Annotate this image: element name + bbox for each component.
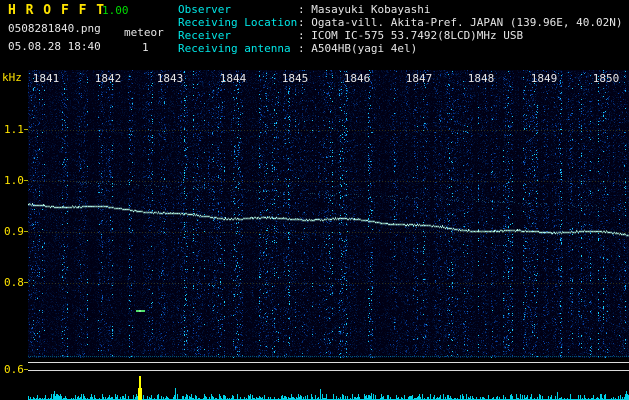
x-time-label: 1847 (405, 72, 433, 85)
x-time-label: 1848 (467, 72, 495, 85)
meteor-count-label: meteor (124, 26, 164, 39)
info-label: Observer (178, 3, 231, 16)
x-time-label: 1842 (94, 72, 122, 85)
station-info: Observer : Masayuki Kobayashi Receiving … (178, 3, 623, 55)
x-time-label: 1846 (343, 72, 371, 85)
info-label: Receiving Location (178, 16, 298, 29)
info-value: : Ogata-vill. Akita-Pref. JAPAN (139.96E… (298, 16, 623, 29)
y-tick-label: 0.8 (4, 276, 24, 289)
x-time-label: 1843 (156, 72, 184, 85)
meteor-count-value: 1 (142, 41, 149, 54)
hrofft-output: H R O F F T 1.00 0508281840.png 05.08.28… (0, 0, 629, 400)
y-tick-label: 1.1 (4, 123, 24, 136)
info-label: Receiver (178, 29, 231, 42)
x-time-label: 1849 (530, 72, 558, 85)
x-time-label: 1841 (32, 72, 60, 85)
y-tick-label: 1.0 (4, 174, 24, 187)
spectrogram-canvas (28, 70, 629, 358)
app-title: H R O F F T (8, 3, 106, 18)
level-separator-line (28, 362, 629, 363)
output-filename: 0508281840.png (8, 22, 101, 35)
y-tick-label: 0.9 (4, 225, 24, 238)
y-tick-label: 0.6 (4, 363, 24, 376)
amplitude-strip-canvas (28, 374, 629, 400)
info-row-antenna: Receiving antenna : A504HB(yagi 4el) (178, 42, 623, 55)
info-row-observer: Observer : Masayuki Kobayashi (178, 3, 623, 16)
x-time-label: 1850 (592, 72, 620, 85)
info-row-location: Receiving Location : Ogata-vill. Akita-P… (178, 16, 623, 29)
info-value: : A504HB(yagi 4el) (298, 42, 418, 55)
level-separator-line (28, 370, 629, 371)
info-label: Receiving antenna (178, 42, 291, 55)
info-value: : ICOM IC-575 53.7492(8LCD)MHz USB (298, 29, 524, 42)
header: H R O F F T 1.00 0508281840.png 05.08.28… (0, 0, 629, 70)
app-version: 1.00 (102, 4, 129, 17)
info-row-receiver: Receiver : ICOM IC-575 53.7492(8LCD)MHz … (178, 29, 623, 42)
x-time-label: 1845 (281, 72, 309, 85)
timestamp: 05.08.28 18:40 (8, 40, 101, 53)
x-time-label: 1844 (219, 72, 247, 85)
y-axis-unit: kHz (2, 71, 22, 84)
info-value: : Masayuki Kobayashi (298, 3, 431, 16)
